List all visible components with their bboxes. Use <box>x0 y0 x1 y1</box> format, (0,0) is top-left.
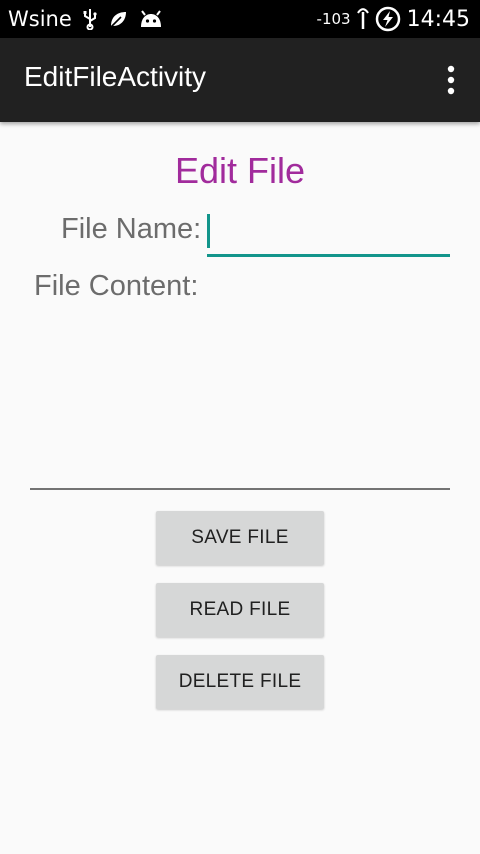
file-name-label: File Name: <box>61 213 202 245</box>
save-file-button[interactable]: SAVE FILE <box>156 511 324 565</box>
battery-charging-icon <box>375 6 401 32</box>
app-title: EditFileActivity <box>24 61 207 92</box>
page-title: Edit File <box>174 150 306 191</box>
clock: 14:45 <box>406 6 470 32</box>
carrier-name: Wsine <box>8 7 72 31</box>
file-content-label: File Content: <box>34 270 199 302</box>
file-name-input[interactable] <box>207 210 450 257</box>
read-file-button[interactable]: READ FILE <box>156 583 324 637</box>
file-content-input[interactable] <box>30 300 450 490</box>
wifi-icon <box>356 7 369 31</box>
status-bar-right: -103 14:45 <box>317 6 470 32</box>
leaf-icon <box>108 9 128 29</box>
text-cursor <box>207 214 210 248</box>
status-bar-left: Wsine <box>8 6 164 32</box>
usb-icon <box>82 8 98 30</box>
status-bar: Wsine -103 14:45 <box>0 0 480 38</box>
signal-strength: -103 <box>316 10 351 28</box>
app-bar: EditFileActivity <box>0 38 480 122</box>
more-vert-icon[interactable] <box>440 64 462 96</box>
android-debug-icon <box>138 9 164 29</box>
delete-file-button[interactable]: DELETE FILE <box>156 655 324 709</box>
